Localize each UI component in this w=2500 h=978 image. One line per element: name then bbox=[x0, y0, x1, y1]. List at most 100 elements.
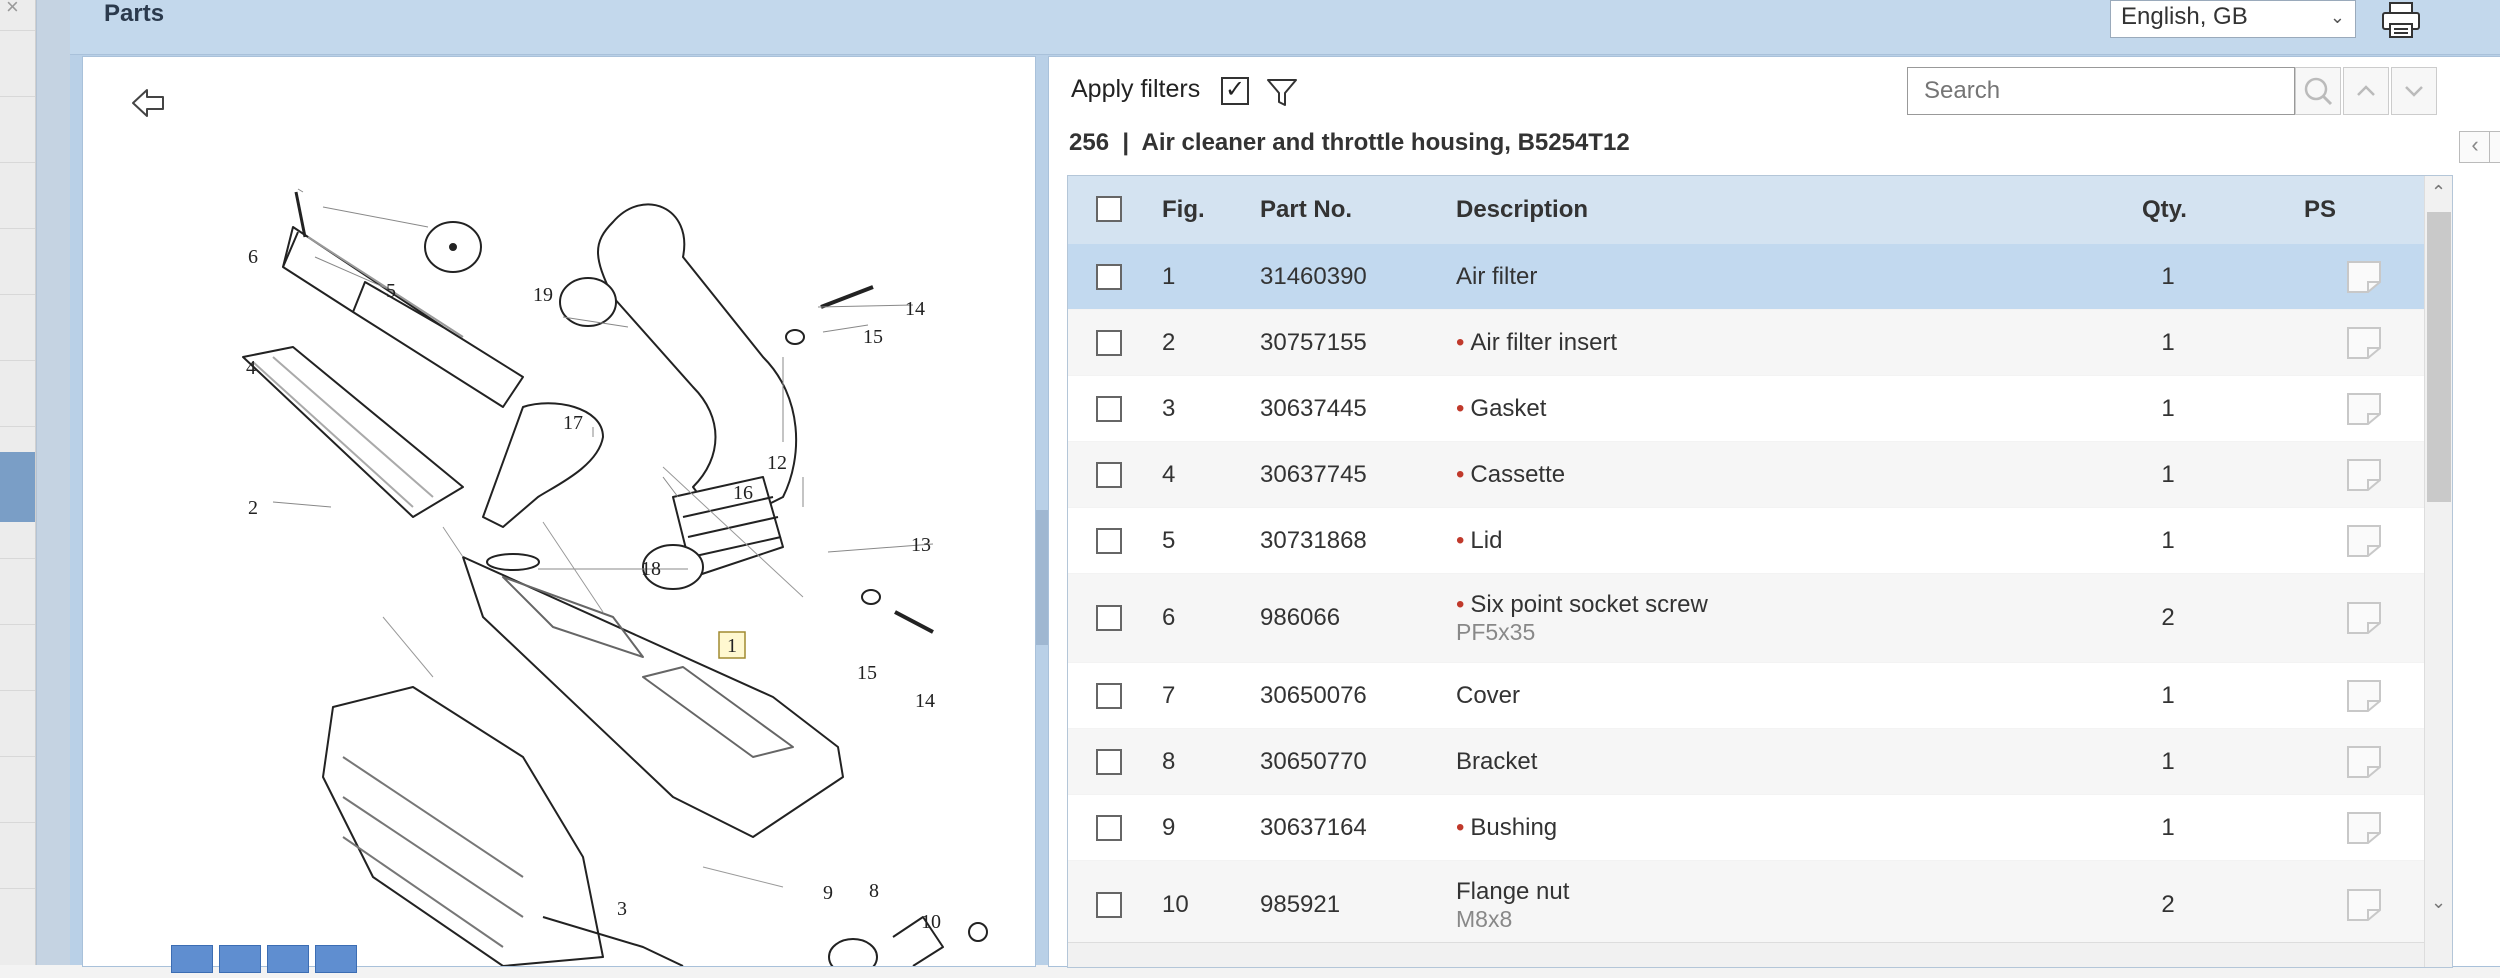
cell-part-no[interactable]: 986066 bbox=[1260, 604, 1340, 632]
callout-4[interactable]: 4 bbox=[246, 357, 256, 379]
divider bbox=[0, 162, 35, 163]
apply-filters-checkbox[interactable]: ✓ bbox=[1221, 77, 1249, 105]
note-icon[interactable] bbox=[2346, 888, 2382, 922]
table-row[interactable]: 9 30637164 • Bushing 1 bbox=[1068, 795, 2424, 861]
cell-description: • Lid bbox=[1456, 527, 1502, 555]
table-row[interactable]: 7 30650076 Cover 1 bbox=[1068, 663, 2424, 729]
callout-6[interactable]: 6 bbox=[248, 246, 258, 268]
cell-part-no[interactable]: 30757155 bbox=[1260, 329, 1367, 357]
table-row[interactable]: 6 986066 • Six point socket screw PF5x35 2 bbox=[1068, 574, 2424, 663]
header-qty[interactable]: Qty. bbox=[2142, 196, 2187, 224]
row-checkbox[interactable] bbox=[1096, 396, 1122, 422]
callout-9[interactable]: 9 bbox=[823, 882, 833, 904]
select-all-checkbox[interactable] bbox=[1096, 196, 1122, 222]
selected-nav-item[interactable] bbox=[0, 452, 35, 522]
next-group-button[interactable]: › bbox=[2489, 131, 2500, 163]
callout-14[interactable]: 14 bbox=[905, 298, 925, 320]
header-part-no[interactable]: Part No. bbox=[1260, 196, 1352, 224]
pointer-tool-button[interactable] bbox=[171, 945, 213, 973]
exploded-parts-diagram[interactable]: 1 2 3 4 5 6 8 9 10 12 13 14 14 15 15 16 … bbox=[83, 57, 1035, 966]
cell-qty: 1 bbox=[2161, 814, 2175, 841]
search-icon bbox=[2304, 77, 2333, 106]
note-icon[interactable] bbox=[2346, 524, 2382, 558]
print-button[interactable] bbox=[2378, 0, 2428, 40]
drawing-pane[interactable]: 1 2 3 4 5 6 8 9 10 12 13 14 14 15 15 16 … bbox=[82, 56, 1036, 973]
callout-14b[interactable]: 14 bbox=[915, 690, 935, 712]
callout-8[interactable]: 8 bbox=[869, 880, 879, 902]
table-row[interactable]: 4 30637745 • Cassette 1 bbox=[1068, 442, 2424, 508]
cell-part-no[interactable]: 30650770 bbox=[1260, 748, 1367, 776]
cell-fig: 5 bbox=[1162, 527, 1176, 554]
table-row[interactable]: 10 985921 Flange nut M8x8 2 bbox=[1068, 861, 2424, 950]
table-row[interactable]: 8 30650770 Bracket 1 bbox=[1068, 729, 2424, 795]
row-checkbox[interactable] bbox=[1096, 683, 1122, 709]
divider bbox=[0, 690, 35, 691]
callout-2[interactable]: 2 bbox=[248, 497, 258, 519]
funnel-icon[interactable] bbox=[1265, 75, 1299, 109]
note-icon[interactable] bbox=[2346, 745, 2382, 779]
cell-part-no[interactable]: 30731868 bbox=[1260, 527, 1367, 555]
row-checkbox[interactable] bbox=[1096, 330, 1122, 356]
row-checkbox[interactable] bbox=[1096, 815, 1122, 841]
zoom-out-button[interactable] bbox=[267, 945, 309, 973]
row-checkbox[interactable] bbox=[1096, 462, 1122, 488]
divider bbox=[0, 558, 35, 559]
table-body: 1 31460390 Air filter 1 2 30757155 • Air filter… bbox=[1068, 244, 2424, 950]
row-checkbox[interactable] bbox=[1096, 528, 1122, 554]
horizontal-scrollbar[interactable] bbox=[1068, 942, 2424, 967]
scrollbar-thumb[interactable] bbox=[2427, 212, 2451, 502]
table-row[interactable]: 3 30637445 • Gasket 1 bbox=[1068, 376, 2424, 442]
callout-15[interactable]: 15 bbox=[863, 326, 883, 348]
callout-12[interactable]: 12 bbox=[767, 452, 787, 474]
bullet-marker: • bbox=[1456, 591, 1465, 618]
cell-part-no[interactable]: 31460390 bbox=[1260, 263, 1367, 291]
callout-17[interactable]: 17 bbox=[563, 412, 583, 434]
next-result-button[interactable] bbox=[2391, 67, 2437, 115]
table-row[interactable]: 2 30757155 • Air filter insert 1 bbox=[1068, 310, 2424, 376]
cell-part-no[interactable]: 30650076 bbox=[1260, 682, 1367, 710]
callout-18[interactable]: 18 bbox=[641, 558, 661, 580]
callout-10[interactable]: 10 bbox=[921, 911, 941, 933]
vertical-scrollbar[interactable]: ⌃ ⌄ bbox=[2424, 176, 2452, 967]
note-icon[interactable] bbox=[2346, 392, 2382, 426]
scroll-down-icon[interactable]: ⌄ bbox=[2431, 892, 2446, 913]
callout-19[interactable]: 19 bbox=[533, 284, 553, 306]
callout-1-highlight[interactable]: 1 bbox=[727, 635, 737, 657]
row-checkbox[interactable] bbox=[1096, 605, 1122, 631]
header-description[interactable]: Description bbox=[1456, 196, 1588, 224]
callout-15b[interactable]: 15 bbox=[857, 662, 877, 684]
header-ps[interactable]: PS bbox=[2304, 196, 2336, 224]
previous-result-button[interactable] bbox=[2343, 67, 2389, 115]
note-icon[interactable] bbox=[2346, 811, 2382, 845]
fit-button[interactable] bbox=[315, 945, 357, 973]
note-icon[interactable] bbox=[2346, 260, 2382, 294]
search-button[interactable] bbox=[2295, 67, 2341, 115]
cell-part-no[interactable]: 985921 bbox=[1260, 891, 1340, 919]
note-icon[interactable] bbox=[2346, 679, 2382, 713]
scroll-up-icon[interactable]: ⌃ bbox=[2431, 182, 2446, 203]
description-sub: PF5x35 bbox=[1456, 619, 1536, 645]
search-input[interactable] bbox=[1907, 67, 2295, 115]
callout-16[interactable]: 16 bbox=[733, 482, 753, 504]
callout-13[interactable]: 13 bbox=[911, 534, 931, 556]
cell-part-no[interactable]: 30637445 bbox=[1260, 395, 1367, 423]
table-row[interactable]: 5 30731868 • Lid 1 bbox=[1068, 508, 2424, 574]
note-icon[interactable] bbox=[2346, 601, 2382, 635]
header-fig[interactable]: Fig. bbox=[1162, 196, 1205, 224]
row-checkbox[interactable] bbox=[1096, 892, 1122, 918]
note-icon[interactable] bbox=[2346, 458, 2382, 492]
cell-part-no[interactable]: 30637745 bbox=[1260, 461, 1367, 489]
zoom-in-button[interactable] bbox=[219, 945, 261, 973]
close-icon[interactable]: × bbox=[6, 0, 19, 20]
table-row[interactable]: 1 31460390 Air filter 1 bbox=[1068, 244, 2424, 310]
prev-group-button[interactable]: ‹ bbox=[2459, 131, 2491, 163]
note-icon[interactable] bbox=[2346, 326, 2382, 360]
row-checkbox[interactable] bbox=[1096, 749, 1122, 775]
language-select[interactable]: English, GB ⌄ bbox=[2110, 0, 2356, 38]
row-checkbox[interactable] bbox=[1096, 264, 1122, 290]
callout-5[interactable]: 5 bbox=[386, 280, 396, 302]
callout-3[interactable]: 3 bbox=[617, 898, 627, 920]
side-splitter[interactable] bbox=[36, 0, 81, 965]
cell-description: • Bushing bbox=[1456, 814, 1557, 842]
cell-part-no[interactable]: 30637164 bbox=[1260, 814, 1367, 842]
